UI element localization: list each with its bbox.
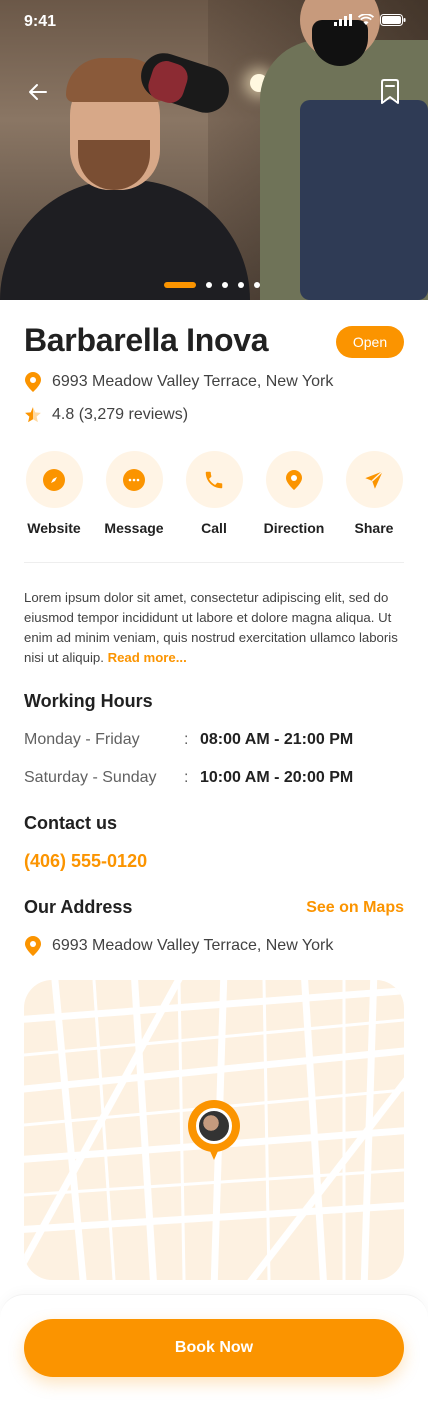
hero-image xyxy=(0,0,428,300)
compass-icon xyxy=(43,468,65,491)
rating-text: 4.8 (3,279 reviews) xyxy=(52,406,189,423)
shop-avatar xyxy=(196,1108,232,1144)
phone-link[interactable]: (406) 555-0120 xyxy=(24,851,147,872)
direction-label: Direction xyxy=(263,520,325,536)
action-circle xyxy=(185,451,243,508)
carousel-indicator[interactable] xyxy=(164,282,260,288)
action-bar: Website Message Call Direction Share xyxy=(24,451,404,536)
our-address-title: Our Address xyxy=(24,897,133,917)
address-row: 6993 Meadow Valley Terrace, New York xyxy=(24,936,333,956)
map-view[interactable] xyxy=(24,980,404,1280)
carousel-dot-active[interactable] xyxy=(164,282,196,288)
description-text: Lorem ipsum dolor sit amet, consectetur … xyxy=(24,590,398,665)
status-badge: Open xyxy=(336,326,404,358)
action-circle xyxy=(105,451,163,508)
hours-row: Saturday - Sunday : 10:00 AM - 20:00 PM xyxy=(24,769,404,787)
rating-row[interactable]: 4.8 (3,279 reviews) xyxy=(24,406,188,424)
status-bar: 9:41 xyxy=(0,0,428,44)
direction-button[interactable]: Direction xyxy=(264,451,324,536)
working-hours-title: Working Hours xyxy=(24,691,153,711)
carousel-dot[interactable] xyxy=(222,282,228,288)
send-icon xyxy=(365,470,384,489)
status-icons xyxy=(334,14,406,26)
action-circle xyxy=(265,451,323,508)
battery-icon xyxy=(380,14,406,26)
see-on-maps-link[interactable]: See on Maps xyxy=(306,899,404,917)
carousel-dot[interactable] xyxy=(206,282,212,288)
website-label: Website xyxy=(27,520,81,536)
carousel-dot[interactable] xyxy=(238,282,244,288)
contact-title: Contact us xyxy=(24,813,118,833)
star-half-icon xyxy=(25,407,41,423)
location-pin-icon xyxy=(25,936,41,956)
bookmark-button[interactable] xyxy=(374,76,406,108)
hours-time: 10:00 AM - 20:00 PM xyxy=(200,769,354,786)
back-button[interactable] xyxy=(22,76,54,108)
hours-time: 08:00 AM - 21:00 PM xyxy=(200,731,354,748)
message-label: Message xyxy=(104,520,164,536)
carousel-dot[interactable] xyxy=(254,282,260,288)
hours-row: Monday - Friday : 08:00 AM - 21:00 PM xyxy=(24,731,404,749)
wifi-icon xyxy=(358,14,374,25)
hours-separator: : xyxy=(184,731,189,748)
barber-apron xyxy=(300,100,428,300)
hours-separator: : xyxy=(184,769,189,786)
map-marker-head xyxy=(188,1100,240,1152)
share-button[interactable]: Share xyxy=(344,451,404,536)
status-time: 9:41 xyxy=(24,13,57,30)
shop-description: Lorem ipsum dolor sit amet, consectetur … xyxy=(24,588,404,668)
hours-days: Saturday - Sunday xyxy=(24,769,157,786)
book-now-button[interactable]: Book Now xyxy=(24,1319,404,1377)
share-label: Share xyxy=(354,520,394,536)
map-marker[interactable] xyxy=(188,1100,240,1162)
arrow-left-icon xyxy=(29,84,47,100)
shop-name: Barbarella Inova xyxy=(24,322,269,358)
phone-icon xyxy=(205,471,223,488)
location-pin-icon xyxy=(25,372,41,392)
action-circle xyxy=(345,451,403,508)
call-button[interactable]: Call xyxy=(184,451,244,536)
message-button[interactable]: Message xyxy=(104,451,164,536)
chat-icon xyxy=(123,468,145,491)
divider xyxy=(24,562,404,563)
signal-icon xyxy=(334,14,352,26)
bookmark-icon xyxy=(381,79,399,104)
read-more-link[interactable]: Read more... xyxy=(108,650,187,665)
website-button[interactable]: Website xyxy=(24,451,84,536)
shop-address: 6993 Meadow Valley Terrace, New York xyxy=(52,373,334,390)
hours-days: Monday - Friday xyxy=(24,731,140,748)
call-label: Call xyxy=(201,520,227,536)
location-icon xyxy=(286,469,302,490)
address-text: 6993 Meadow Valley Terrace, New York xyxy=(52,937,334,954)
shop-address-row: 6993 Meadow Valley Terrace, New York xyxy=(24,372,333,392)
action-circle xyxy=(25,451,83,508)
